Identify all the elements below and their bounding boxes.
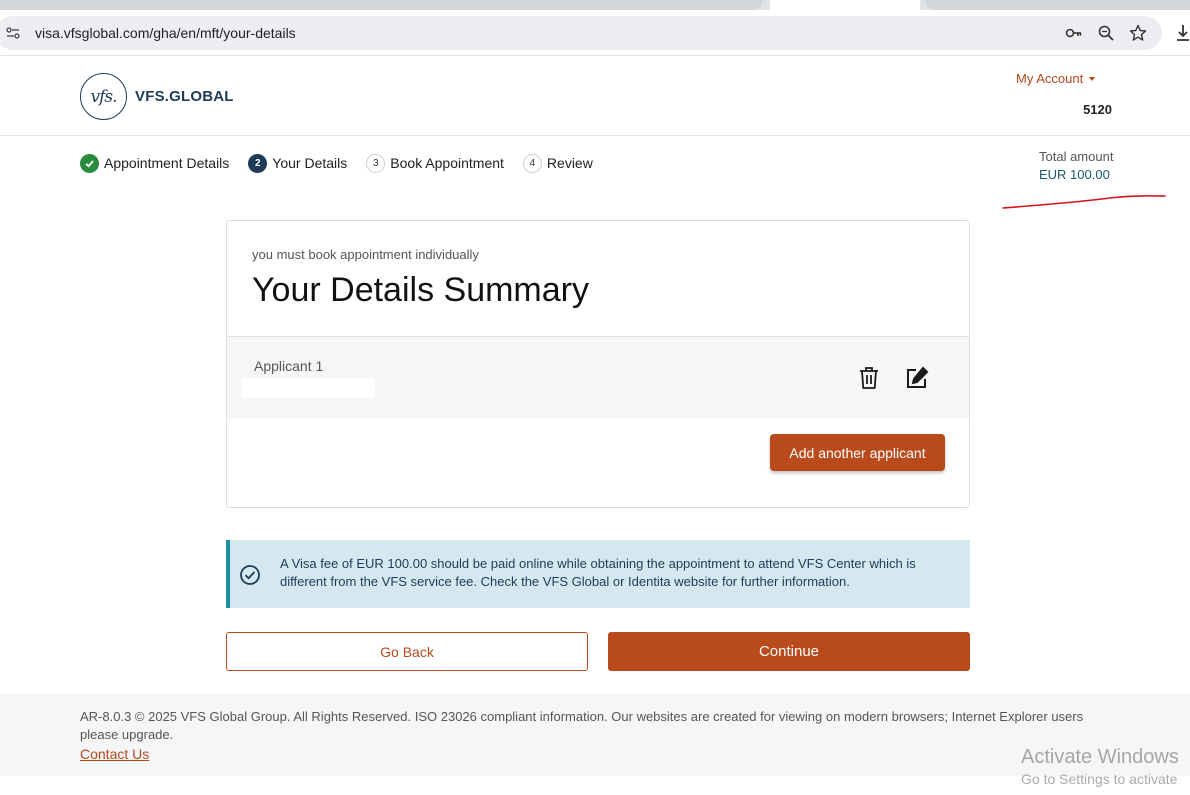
visa-fee-info-banner: A Visa fee of EUR 100.00 should be paid …	[226, 540, 970, 608]
site-header: vfs. VFS.GLOBAL My Account 5120	[0, 57, 1190, 136]
applicant-label: Applicant 1	[254, 358, 324, 374]
browser-tab[interactable]	[926, 0, 1190, 10]
step-appointment-details: Appointment Details	[80, 153, 230, 173]
browser-tab[interactable]	[0, 0, 762, 10]
go-back-button[interactable]: Go Back	[226, 632, 588, 671]
footer-copyright: AR-8.0.3 © 2025 VFS Global Group. All Ri…	[80, 709, 1084, 742]
step-book-appointment: 3 Book Appointment	[366, 153, 504, 173]
edit-icon	[907, 366, 929, 388]
step-label: Your Details	[272, 155, 348, 171]
total-amount-value: EUR 100.00	[1039, 167, 1110, 182]
browser-tabstrip	[0, 0, 1190, 10]
activate-windows-subtitle: Go to Settings to activate	[1021, 771, 1178, 787]
add-another-applicant-button[interactable]: Add another applicant	[770, 434, 945, 471]
logo-mark: vfs.	[90, 86, 117, 107]
applicant-name-redacted	[242, 378, 375, 398]
site-footer: AR-8.0.3 © 2025 VFS Global Group. All Ri…	[0, 694, 1190, 776]
check-circle-outline-icon	[240, 565, 260, 585]
booking-note: you must book appointment individually	[252, 247, 479, 262]
trash-icon	[860, 367, 878, 389]
edit-applicant-button[interactable]	[904, 365, 930, 391]
url-text[interactable]: visa.vfsglobal.com/gha/en/mft/your-detai…	[35, 25, 296, 41]
step-label: Appointment Details	[104, 155, 230, 171]
download-icon[interactable]	[1176, 24, 1190, 42]
site-info-icon[interactable]	[6, 26, 20, 40]
progress-stepper: Appointment Details 2 Your Details 3 Boo…	[80, 152, 612, 174]
applicant-row: Applicant 1	[227, 336, 969, 418]
page-title: Your Details Summary	[252, 271, 589, 309]
activate-windows-title: Activate Windows	[1021, 746, 1179, 768]
check-circle-icon	[80, 153, 99, 173]
my-account-menu[interactable]: My Account	[1016, 71, 1096, 86]
contact-us-link[interactable]: Contact Us	[80, 746, 149, 762]
step-number: 2	[248, 153, 268, 173]
caret-down-icon	[1089, 76, 1096, 81]
browser-toolbar: visa.vfsglobal.com/gha/en/mft/your-detai…	[0, 10, 1190, 56]
browser-tab-active[interactable]	[770, 0, 920, 10]
account-number: 5120	[1083, 102, 1112, 117]
logo-text[interactable]: VFS.GLOBAL	[135, 88, 234, 105]
total-amount-label: Total amount	[1039, 149, 1114, 164]
key-icon[interactable]	[1065, 24, 1083, 42]
zoom-icon[interactable]	[1097, 24, 1115, 42]
delete-applicant-button[interactable]	[857, 365, 881, 391]
address-bar[interactable]: visa.vfsglobal.com/gha/en/mft/your-detai…	[0, 16, 1162, 50]
step-label: Review	[546, 155, 593, 171]
step-number: 4	[522, 153, 542, 173]
continue-button[interactable]: Continue	[608, 632, 970, 671]
step-label: Book Appointment	[390, 155, 504, 171]
visa-fee-info-text: A Visa fee of EUR 100.00 should be paid …	[280, 556, 916, 589]
my-account-label: My Account	[1016, 71, 1084, 86]
red-annotation-line	[1002, 195, 1166, 209]
bookmark-star-icon[interactable]	[1129, 24, 1147, 42]
step-number: 3	[366, 153, 386, 173]
step-your-details: 2 Your Details	[248, 153, 348, 173]
details-summary-card: you must book appointment individually Y…	[226, 220, 970, 508]
vfs-logo[interactable]: vfs.	[80, 73, 127, 120]
step-review: 4 Review	[522, 153, 593, 173]
